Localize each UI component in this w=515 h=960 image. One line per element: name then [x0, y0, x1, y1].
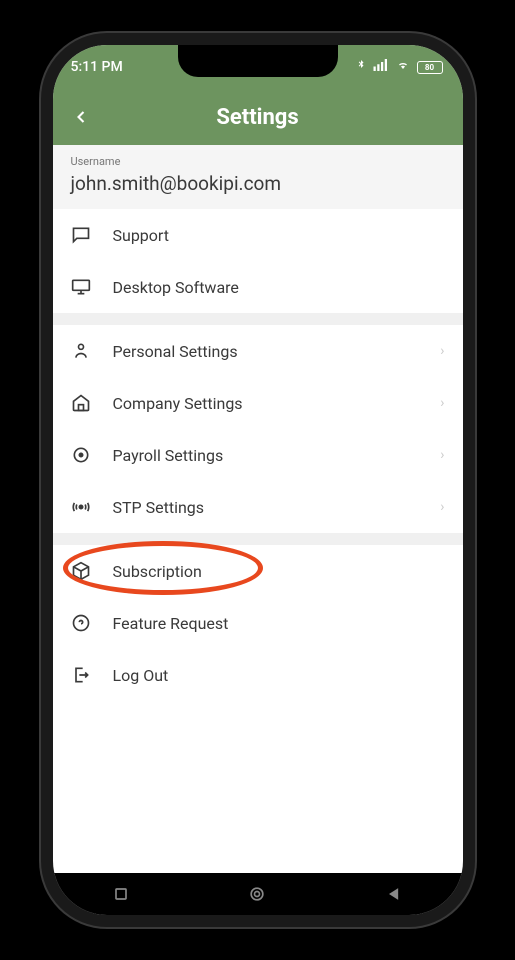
menu-item-company[interactable]: Company Settings ›: [53, 377, 463, 429]
menu-item-feature[interactable]: Feature Request: [53, 597, 463, 649]
person-icon: [71, 341, 91, 361]
menu-label: Subscription: [113, 562, 445, 581]
page-title: Settings: [216, 105, 298, 130]
chevron-right-icon: ›: [440, 395, 444, 411]
back-button[interactable]: [71, 107, 91, 127]
menu-label: STP Settings: [113, 498, 441, 517]
menu-label: Log Out: [113, 666, 445, 685]
target-icon: [71, 445, 91, 465]
menu-group-help: Support Desktop Software: [53, 209, 463, 313]
app-header: Settings: [53, 89, 463, 145]
menu-label: Personal Settings: [113, 342, 441, 361]
divider: [53, 533, 463, 545]
menu-group-account: Subscription Feature Request Log Out: [53, 545, 463, 701]
monitor-icon: [71, 277, 91, 297]
menu-label: Support: [113, 226, 445, 245]
chevron-right-icon: ›: [440, 343, 444, 359]
username-value: john.smith@bookipi.com: [71, 172, 445, 195]
nav-back-button[interactable]: [384, 884, 404, 904]
status-time: 5:11 PM: [71, 59, 123, 75]
nav-recent-button[interactable]: [111, 884, 131, 904]
divider: [53, 313, 463, 325]
menu-item-support[interactable]: Support: [53, 209, 463, 261]
phone-notch: [178, 45, 338, 77]
wifi-icon: [395, 59, 411, 75]
menu-item-desktop[interactable]: Desktop Software: [53, 261, 463, 313]
help-icon: [71, 613, 91, 633]
menu-group-settings: Personal Settings › Company Settings › P…: [53, 325, 463, 533]
status-indicators: 80: [355, 59, 443, 75]
nav-home-button[interactable]: [247, 884, 267, 904]
android-nav-bar: [53, 873, 463, 915]
bluetooth-icon: [355, 59, 367, 75]
menu-item-logout[interactable]: Log Out: [53, 649, 463, 701]
logout-icon: [71, 665, 91, 685]
menu-item-stp[interactable]: STP Settings ›: [53, 481, 463, 533]
menu-label: Company Settings: [113, 394, 441, 413]
battery-icon: 80: [417, 61, 443, 74]
home-icon: [71, 393, 91, 413]
menu-label: Desktop Software: [113, 278, 445, 297]
user-section: Username john.smith@bookipi.com: [53, 145, 463, 209]
menu-item-personal[interactable]: Personal Settings ›: [53, 325, 463, 377]
broadcast-icon: [71, 497, 91, 517]
username-label: Username: [71, 155, 445, 168]
menu-label: Payroll Settings: [113, 446, 441, 465]
phone-mockup: 5:11 PM 80 Settings Username john.smith@…: [53, 45, 463, 915]
chevron-right-icon: ›: [440, 499, 444, 515]
menu-label: Feature Request: [113, 614, 445, 633]
chat-icon: [71, 225, 91, 245]
chevron-right-icon: ›: [440, 447, 444, 463]
signal-icon: [373, 59, 389, 75]
package-icon: [71, 561, 91, 581]
menu-item-payroll[interactable]: Payroll Settings ›: [53, 429, 463, 481]
menu-item-subscription[interactable]: Subscription: [53, 545, 463, 597]
